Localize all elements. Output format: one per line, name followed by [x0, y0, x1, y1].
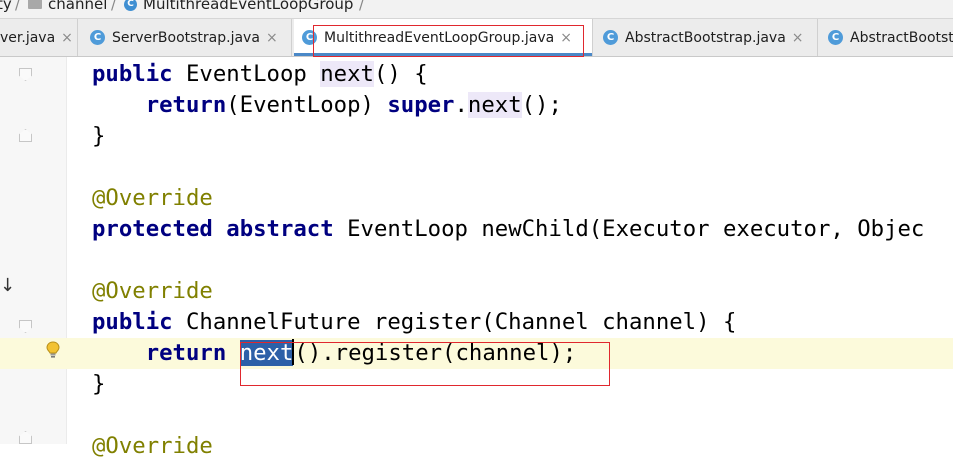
breadcrumb-item-class[interactable]: C MultithreadEventLoopGroup — [124, 0, 353, 13]
code-text: } — [92, 369, 105, 400]
keyword-token: return — [145, 92, 227, 118]
keyword-token: abstract — [226, 216, 334, 242]
breadcrumb-item-channel[interactable]: channel — [28, 0, 107, 13]
code-text: public EventLoop next() { — [92, 59, 428, 90]
class-icon: C — [90, 30, 105, 45]
code-editor[interactable]: public EventLoop next() { return(EventLo… — [0, 57, 953, 459]
code-line[interactable]: @Override — [0, 183, 953, 214]
code-line[interactable]: return next().register(channel); — [0, 338, 953, 369]
keyword-token: return — [145, 340, 227, 366]
method-reference-token: next — [467, 92, 522, 118]
close-icon[interactable]: × — [266, 30, 278, 46]
tab-label: ver.java — [0, 29, 56, 46]
code-line[interactable] — [0, 400, 953, 431]
code-token: ().register(channel); — [294, 340, 577, 366]
close-icon[interactable]: × — [792, 30, 804, 46]
code-line[interactable]: return(EventLoop) super.next(); — [0, 90, 953, 121]
code-token: EventLoop — [185, 61, 307, 87]
keyword-token: protected — [92, 216, 213, 242]
code-token: } — [92, 123, 106, 149]
code-text: protected abstract EventLoop newChild(Ex… — [92, 214, 924, 245]
keyword-token: super — [387, 92, 455, 118]
code-line[interactable] — [0, 152, 953, 183]
code-token: EventLoop newChild(Executor executor, Ob… — [347, 216, 925, 242]
breadcrumb-separator: / — [15, 0, 21, 13]
code-text: @Override — [92, 431, 213, 462]
code-token: ChannelFuture register(Channel channel) … — [185, 309, 737, 335]
lightbulb-icon[interactable] — [46, 341, 60, 359]
code-text: } — [92, 121, 105, 152]
selected-text: next — [239, 340, 294, 366]
breadcrumb: ty / channel / C MultithreadEventLoopGro… — [0, 0, 953, 19]
class-icon: C — [828, 30, 843, 45]
code-text: @Override — [92, 183, 213, 214]
annotation-token: @Override — [92, 433, 213, 459]
code-line[interactable]: @Override — [0, 276, 953, 307]
annotation-token: @Override — [92, 278, 213, 304]
tab-multithreadeventloopgroup[interactable]: C MultithreadEventLoopGroup.java × — [294, 19, 593, 56]
tab-abstractbootst[interactable]: C AbstractBootst — [820, 19, 953, 56]
code-line[interactable]: } — [0, 369, 953, 400]
class-icon: C — [603, 30, 618, 45]
code-line[interactable]: @Override — [0, 431, 953, 462]
code-line[interactable] — [0, 245, 953, 276]
keyword-token: public — [92, 61, 173, 87]
keyword-token: public — [92, 309, 173, 335]
code-line[interactable]: protected abstract EventLoop newChild(Ex… — [0, 214, 953, 245]
package-icon — [28, 0, 42, 9]
editor-tab-bar: ver.java × C ServerBootstrap.java × C Mu… — [0, 19, 953, 57]
breadcrumb-separator: / — [359, 0, 365, 13]
code-token: (); — [521, 92, 562, 118]
tab-abstractbootstrap[interactable]: C AbstractBootstrap.java × — [595, 19, 818, 56]
class-icon: C — [302, 30, 317, 45]
code-token: . — [454, 92, 468, 118]
tab-label: AbstractBootstrap.java — [625, 29, 786, 46]
close-icon[interactable]: × — [560, 30, 572, 46]
code-line[interactable]: public ChannelFuture register(Channel ch… — [0, 307, 953, 338]
code-text: return(EventLoop) super.next(); — [92, 90, 562, 121]
code-line[interactable]: public EventLoop next() { — [0, 59, 953, 90]
implemented-arrow-icon[interactable]: ↓ — [0, 275, 15, 296]
annotation-token: @Override — [92, 185, 213, 211]
close-icon[interactable]: × — [61, 30, 73, 46]
tab-label: ServerBootstrap.java — [112, 29, 260, 46]
breadcrumb-separator: / — [111, 0, 117, 13]
code-token: (EventLoop) — [226, 92, 374, 118]
tab-label: AbstractBootst — [850, 29, 953, 46]
code-text: @Override — [92, 276, 213, 307]
tab-serverbootstrap[interactable]: C ServerBootstrap.java × — [82, 19, 292, 56]
code-token: } — [92, 371, 106, 397]
code-token: () { — [373, 61, 428, 87]
breadcrumb-item-project[interactable]: ty — [0, 0, 12, 13]
code-line[interactable]: } — [0, 121, 953, 152]
code-text: public ChannelFuture register(Channel ch… — [92, 307, 736, 338]
method-reference-token: next — [320, 61, 374, 87]
class-icon: C — [124, 0, 137, 11]
tab-ver-java[interactable]: ver.java × — [0, 19, 78, 56]
code-text: return next().register(channel); — [92, 338, 576, 369]
tab-label: MultithreadEventLoopGroup.java — [324, 29, 555, 46]
